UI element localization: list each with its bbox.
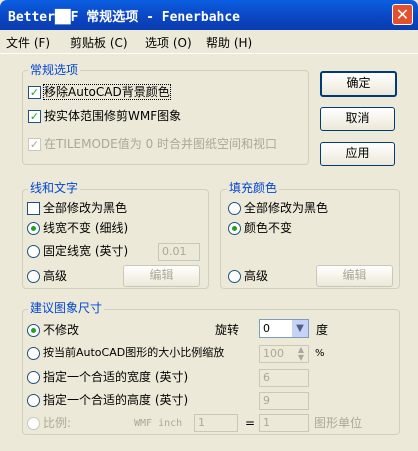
rotate-select[interactable]: 0 ▼ [259,319,309,338]
fill-all-black-radio[interactable] [228,202,241,215]
rotate-label: 旋转 [215,323,240,337]
menu-help[interactable]: 帮助 (H) [206,34,252,51]
fill-edit-button[interactable]: 编辑 [316,265,393,287]
fit-width-radio[interactable] [27,371,40,384]
merge-tilemode-checkbox[interactable]: ✓ [28,138,41,151]
ratio-left-field[interactable]: 1 [194,414,238,432]
menu-file[interactable]: 文件 (F) [6,34,50,51]
fit-height-label[interactable]: 指定一个合适的高度 (英寸) [43,393,188,407]
width-unchanged-label[interactable]: 线宽不变 (细线) [43,221,128,235]
width-field[interactable]: 6 [259,369,309,387]
ratio-label: 比例: [43,416,72,430]
percent-label: % [315,348,325,359]
fill-advanced-label[interactable]: 高级 [244,269,268,283]
scale-value: 100 [263,347,284,360]
scale-by-acad-label[interactable]: 按当前AutoCAD图形的大小比例缩放 [43,346,224,360]
image-size-legend: 建议图象尺寸 [28,301,105,315]
remove-bg-checkbox[interactable]: ✓ [28,86,41,99]
lines-all-black-checkbox[interactable] [27,202,40,215]
general-options-legend: 常规选项 [28,63,81,77]
close-icon[interactable]: ✕ [392,4,413,25]
color-unchanged-radio[interactable] [228,222,241,235]
fixed-width-field[interactable]: 0.01 [158,243,200,261]
ratio-radio[interactable] [27,417,40,430]
fill-advanced-radio[interactable] [228,270,241,283]
rotate-value: 0 [263,322,270,335]
no-change-label[interactable]: 不修改 [43,323,79,337]
cancel-button[interactable]: 取消 [320,107,395,131]
menu-options[interactable]: 选项 (O) [145,34,192,51]
color-unchanged-label[interactable]: 颜色不变 [244,221,292,235]
title-bar: Better██F 常规选项 - Fenerbahce ✕ [0,0,418,30]
height-field[interactable]: 9 [259,392,309,410]
window-title: Better██F 常规选项 - Fenerbahce [8,10,241,25]
equals-label: = [245,416,256,430]
no-change-radio[interactable] [27,324,40,337]
remove-bg-label[interactable]: 移除AutoCAD背景颜色 [43,84,171,100]
menu-bar: 文件 (F) 剪贴板 (C) 选项 (O) 帮助 (H) [0,30,418,54]
fit-width-label[interactable]: 指定一个合适的宽度 (英寸) [43,370,188,384]
drawing-units-label: 图形单位 [314,416,363,430]
degree-label: 度 [316,323,329,337]
lines-text-legend: 线和文字 [28,181,81,195]
lines-advanced-label[interactable]: 高级 [43,269,67,283]
chevron-down-icon[interactable]: ▼ [292,320,308,337]
lines-edit-button[interactable]: 编辑 [123,265,200,287]
fill-all-black-label[interactable]: 全部修改为黑色 [244,201,328,215]
wmf-inch-label: WMF inch [134,418,183,429]
fit-height-radio[interactable] [27,394,40,407]
scale-stepper[interactable]: 100 ▲ ▼ [259,345,309,363]
fixed-width-radio[interactable] [27,245,40,258]
fixed-width-label[interactable]: 固定线宽 (英寸) [43,244,128,258]
width-unchanged-radio[interactable] [27,222,40,235]
spin-arrows-icon[interactable]: ▲ ▼ [294,346,308,362]
lines-advanced-radio[interactable] [27,270,40,283]
apply-button[interactable]: 应用 [320,142,395,166]
ok-button[interactable]: 确定 [320,71,397,97]
lines-all-black-label[interactable]: 全部修改为黑色 [43,201,127,215]
fill-color-legend: 填充颜色 [227,181,280,195]
ratio-right-field[interactable]: 1 [259,414,309,432]
clip-wmf-checkbox[interactable]: ✓ [28,110,41,123]
scale-by-acad-radio[interactable] [27,347,40,360]
merge-tilemode-label[interactable]: 在TILEMODE值为 0 时合并图纸空间和视口 [44,137,277,151]
clip-wmf-label[interactable]: 按实体范围修剪WMF图象 [44,109,181,123]
menu-clipboard[interactable]: 剪贴板 (C) [70,34,128,51]
